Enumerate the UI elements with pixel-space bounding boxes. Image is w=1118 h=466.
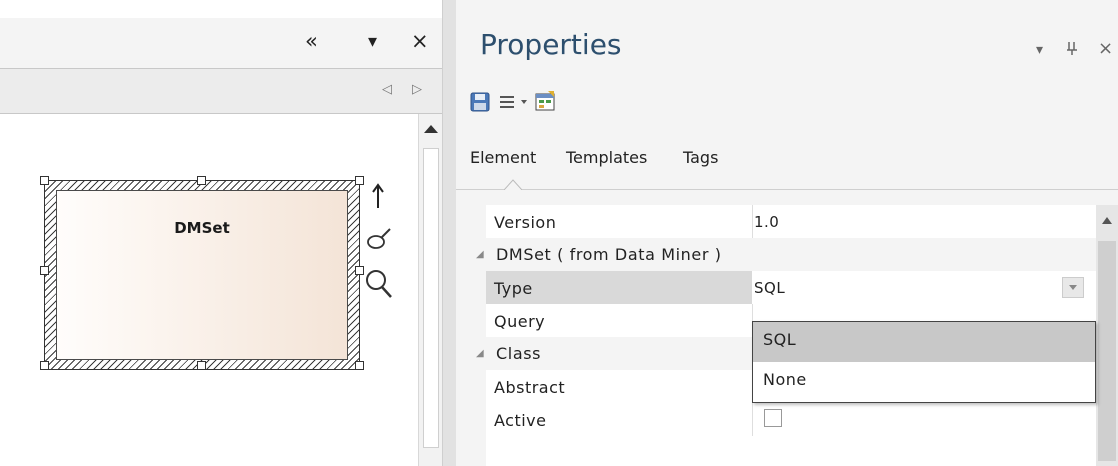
active-checkbox[interactable] [764,409,782,427]
type-combobox[interactable]: SQL [752,271,1096,304]
property-grid-scrollbar[interactable] [1096,205,1118,466]
properties-tabs: Element Templates Tags [456,124,1118,190]
hamburger-menu-icon[interactable] [498,94,520,110]
properties-menu-button[interactable]: ▾ [1036,42,1043,58]
combobox-value: SQL [754,279,786,297]
resize-handle-top-left[interactable] [40,176,49,185]
dropdown-option-sql[interactable]: SQL [753,322,1095,362]
resize-handle-top[interactable] [197,176,206,185]
properties-close-button[interactable]: × [1098,38,1113,59]
active-tab-indicator [504,179,522,190]
row-active[interactable]: Active [486,403,1096,436]
property-name: Version [494,213,557,232]
collapse-triangle-icon[interactable]: ◢ [476,348,484,359]
tab-tags[interactable]: Tags [683,148,718,167]
row-type[interactable]: Type SQL [486,271,1096,304]
properties-title: Properties [480,28,622,61]
property-name: Type [494,279,533,298]
column-divider [752,403,753,436]
scroll-up-arrow-icon[interactable] [419,122,443,136]
group-dmset[interactable]: ◢ DMSet ( from Data Miner ) [476,238,1096,271]
diagram-header-bar: « ▾ × [0,18,446,69]
pin-icon[interactable] [1066,40,1078,56]
group-label: Class [496,344,542,363]
scrollbar-thumb[interactable] [423,148,439,448]
tab-templates[interactable]: Templates [566,148,647,167]
diagram-tab-nav-bar: ◁ ▷ [0,69,446,114]
save-icon[interactable] [470,92,490,112]
property-name: Abstract [494,378,566,397]
column-divider [752,205,753,238]
diagram-top-strip [0,0,446,18]
property-value: 1.0 [754,213,780,231]
scrollbar-thumb[interactable] [1098,241,1116,461]
collapse-pane-button[interactable]: « [305,30,318,52]
resize-handle-bottom-right[interactable] [355,361,364,370]
resize-handle-bottom[interactable] [197,361,206,370]
up-arrow-icon[interactable] [370,182,386,210]
properties-sheet-icon[interactable] [534,90,556,112]
pane-menu-dropdown-button[interactable]: ▾ [368,31,377,53]
close-pane-button[interactable]: × [411,30,429,52]
diagram-pane: « ▾ × ◁ ▷ DMSet [0,0,446,466]
scroll-up-arrow-icon[interactable] [1101,215,1113,225]
next-tab-button[interactable]: ▷ [412,82,422,97]
menu-chevron-down-icon[interactable] [520,98,528,106]
row-version[interactable]: Version 1.0 [486,205,1096,238]
property-name: Query [494,312,546,331]
tab-element[interactable]: Element [470,148,536,167]
tab-underline [456,189,1118,190]
type-dropdown-list: SQL None [752,321,1096,403]
dropdown-option-none[interactable]: None [753,362,1095,402]
magnifier-icon[interactable] [364,268,394,300]
group-label: DMSet ( from Data Miner ) [496,245,722,264]
property-name: Active [494,411,547,430]
pane-splitter[interactable] [442,0,457,466]
chevron-down-icon [1069,285,1077,290]
dmset-element[interactable]: DMSet [56,190,348,360]
resize-handle-top-right[interactable] [355,176,364,185]
element-name-label: DMSet [174,219,230,237]
resize-handle-right[interactable] [355,266,364,275]
previous-tab-button[interactable]: ◁ [382,82,392,97]
collapse-triangle-icon[interactable]: ◢ [476,249,484,260]
resize-handle-left[interactable] [40,266,49,275]
combobox-dropdown-button[interactable] [1062,277,1084,298]
diagram-vertical-scrollbar[interactable] [418,114,443,466]
properties-toolbar [456,84,1118,124]
format-brush-icon[interactable] [364,226,392,252]
resize-handle-bottom-left[interactable] [40,361,49,370]
